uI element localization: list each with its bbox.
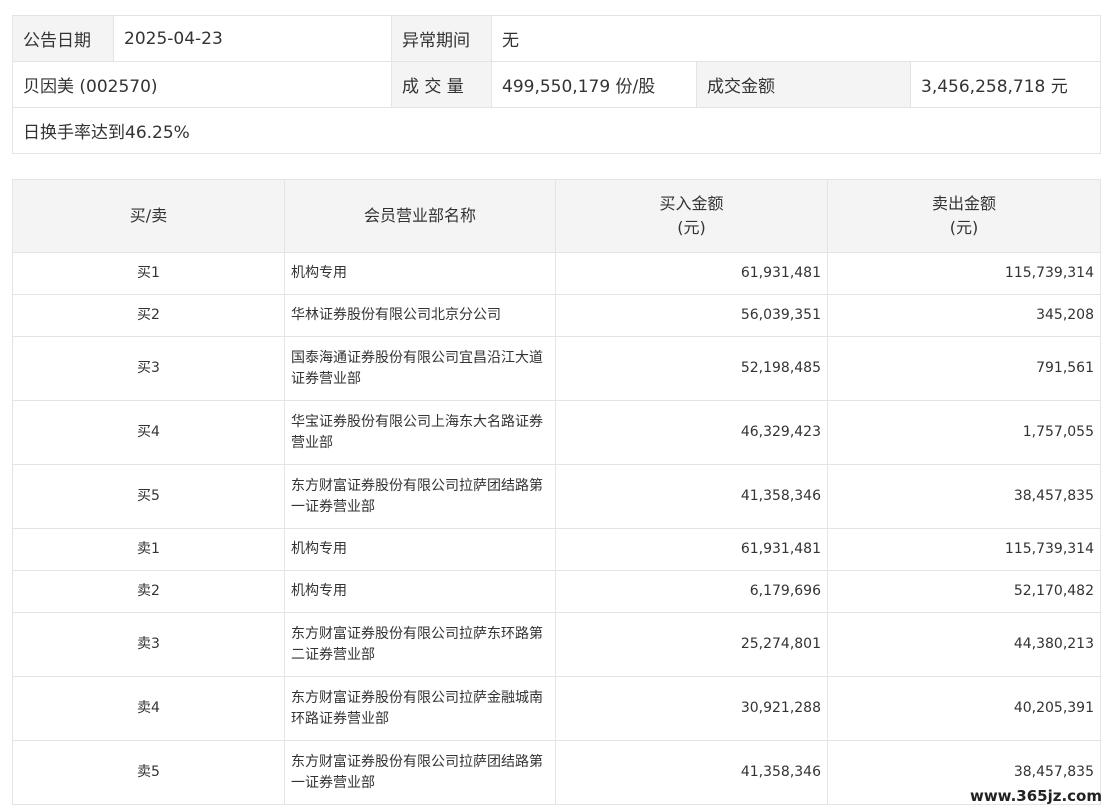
row-sell-amount: 115,739,314 (827, 252, 1101, 295)
row-buy-amount: 41,358,346 (555, 740, 828, 805)
header-buy-amount: 买入金额 (元) (555, 179, 828, 253)
abnormal-period-value: 无 (490, 15, 1102, 62)
volume-value: 499,550,179 份/股 (491, 61, 697, 108)
date-value: 2025-04-23 (113, 15, 392, 62)
header-side: 买/卖 (12, 179, 285, 253)
row-member: 东方财富证券股份有限公司拉萨团结路第一证券营业部 (284, 740, 556, 805)
row-side: 买4 (12, 400, 285, 465)
header-member: 会员营业部名称 (284, 179, 556, 253)
row-member: 东方财富证券股份有限公司拉萨团结路第一证券营业部 (284, 464, 556, 529)
amount-value: 3,456,258,718 元 (909, 61, 1102, 108)
row-side: 买3 (12, 336, 285, 401)
row-side: 卖4 (12, 676, 285, 741)
date-label: 公告日期 (12, 15, 114, 62)
row-sell-amount: 52,170,482 (827, 570, 1101, 613)
amount-label: 成交金额 (696, 61, 911, 108)
row-member: 机构专用 (284, 528, 556, 571)
row-member: 机构专用 (284, 570, 556, 613)
table-row: 买2 华林证券股份有限公司北京分公司 56,039,351 345,208 (12, 294, 1101, 337)
row-sell-amount: 40,205,391 (827, 676, 1101, 741)
row-buy-amount: 61,931,481 (555, 252, 828, 295)
row-side: 买1 (12, 252, 285, 295)
row-sell-amount: 44,380,213 (827, 612, 1101, 677)
info-row-reason: 日换手率达到46.25% (11, 107, 1102, 154)
row-member: 华宝证券股份有限公司上海东大名路证券营业部 (284, 400, 556, 465)
row-member: 国泰海通证券股份有限公司宜昌沿江大道证券营业部 (284, 336, 556, 401)
row-buy-amount: 46,329,423 (555, 400, 828, 465)
abnormal-period-label: 异常期间 (391, 15, 492, 62)
header-buy-unit: (元) (677, 218, 706, 237)
row-buy-amount: 56,039,351 (555, 294, 828, 337)
volume-label: 成 交 量 (391, 61, 492, 108)
row-side: 卖1 (12, 528, 285, 571)
row-member: 机构专用 (284, 252, 556, 295)
table-row: 买3 国泰海通证券股份有限公司宜昌沿江大道证券营业部 52,198,485 79… (12, 336, 1101, 401)
trading-seats-table: 买/卖 会员营业部名称 买入金额 (元) 卖出金额 (元) 买1 机构专用 61… (12, 179, 1101, 805)
table-header-row: 买/卖 会员营业部名称 买入金额 (元) 卖出金额 (元) (12, 179, 1101, 253)
site-watermark: www.365jz.com (969, 787, 1102, 805)
table-row: 卖5 东方财富证券股份有限公司拉萨团结路第一证券营业部 41,358,346 3… (12, 740, 1101, 805)
table-row: 卖2 机构专用 6,179,696 52,170,482 (12, 570, 1101, 613)
table-row: 买5 东方财富证券股份有限公司拉萨团结路第一证券营业部 41,358,346 3… (12, 464, 1101, 529)
row-member: 东方财富证券股份有限公司拉萨东环路第二证券营业部 (284, 612, 556, 677)
row-sell-amount: 115,739,314 (827, 528, 1101, 571)
info-row-date: 公告日期 2025-04-23 异常期间 无 (12, 15, 1102, 62)
row-buy-amount: 30,921,288 (555, 676, 828, 741)
table-row: 卖4 东方财富证券股份有限公司拉萨金融城南环路证券营业部 30,921,288 … (12, 676, 1101, 741)
header-sell-title: 卖出金额 (931, 194, 996, 213)
row-sell-amount: 791,561 (827, 336, 1101, 401)
table-row: 买4 华宝证券股份有限公司上海东大名路证券营业部 46,329,423 1,75… (12, 400, 1101, 465)
table-row: 买1 机构专用 61,931,481 115,739,314 (12, 252, 1101, 295)
row-buy-amount: 41,358,346 (555, 464, 828, 529)
row-sell-amount: 345,208 (827, 294, 1101, 337)
turnover-reason: 日换手率达到46.25% (11, 107, 1102, 154)
row-side: 卖2 (12, 570, 285, 613)
row-side: 卖3 (12, 612, 285, 677)
row-side: 买2 (12, 294, 285, 337)
stock-name: 贝因美 (002570) (12, 61, 392, 108)
row-sell-amount: 1,757,055 (827, 400, 1101, 465)
table-row: 卖3 东方财富证券股份有限公司拉萨东环路第二证券营业部 25,274,801 4… (12, 612, 1101, 677)
info-row-trade: 贝因美 (002570) 成 交 量 499,550,179 份/股 成交金额 … (12, 61, 1102, 108)
row-side: 卖5 (12, 740, 285, 805)
header-sell-unit: (元) (949, 218, 979, 237)
table-row: 卖1 机构专用 61,931,481 115,739,314 (12, 528, 1101, 571)
header-buy-title: 买入金额 (659, 194, 724, 213)
row-member: 东方财富证券股份有限公司拉萨金融城南环路证券营业部 (284, 676, 556, 741)
row-buy-amount: 52,198,485 (555, 336, 828, 401)
row-buy-amount: 61,931,481 (555, 528, 828, 571)
announcement-info-table: 公告日期 2025-04-23 异常期间 无 贝因美 (002570) 成 交 … (11, 15, 1102, 154)
row-buy-amount: 25,274,801 (555, 612, 828, 677)
row-member: 华林证券股份有限公司北京分公司 (284, 294, 556, 337)
row-buy-amount: 6,179,696 (555, 570, 828, 613)
row-sell-amount: 38,457,835 (827, 464, 1101, 529)
row-side: 买5 (12, 464, 285, 529)
header-sell-amount: 卖出金额 (元) (827, 179, 1101, 253)
